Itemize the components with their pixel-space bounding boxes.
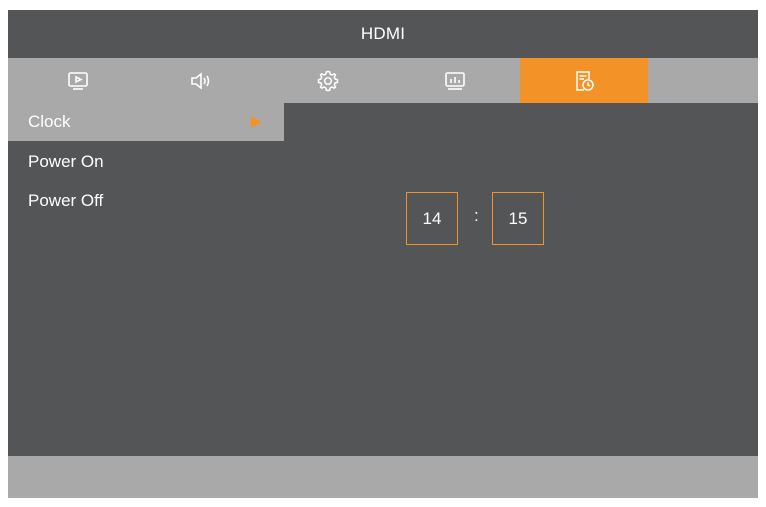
source-title: HDMI	[360, 24, 406, 43]
menu-item-power-on[interactable]: Power On	[8, 143, 284, 181]
timer-icon	[576, 70, 594, 91]
menu-item-power-off[interactable]: Power Off	[8, 182, 284, 220]
play-icon	[68, 71, 88, 90]
menu-item-label: Clock	[28, 112, 71, 131]
title-bar: HDMI	[8, 10, 758, 58]
speaker-icon	[191, 71, 210, 90]
tab-bar	[8, 58, 758, 103]
tab-picture[interactable]	[14, 58, 142, 103]
minute-value: 15	[508, 208, 528, 228]
menu-item-clock[interactable]: Clock	[8, 103, 284, 141]
hour-value: 14	[422, 208, 442, 228]
tab-display[interactable]	[391, 58, 519, 103]
footer-bar	[8, 456, 758, 498]
tab-audio[interactable]	[137, 58, 265, 103]
tab-settings[interactable]	[264, 58, 392, 103]
arrow-right-icon	[251, 116, 262, 128]
hour-field[interactable]: 14	[406, 192, 458, 245]
gear-icon	[317, 70, 339, 91]
monitor-chart-icon	[445, 71, 465, 90]
menu-item-label: Power On	[28, 152, 104, 171]
tab-timer[interactable]	[520, 58, 648, 103]
minute-field[interactable]: 15	[492, 192, 544, 245]
osd-window: HDMI Clock Power On Power Off 14: 15	[8, 10, 758, 498]
time-separator: :	[474, 206, 479, 225]
menu-item-label: Power Off	[28, 191, 104, 210]
